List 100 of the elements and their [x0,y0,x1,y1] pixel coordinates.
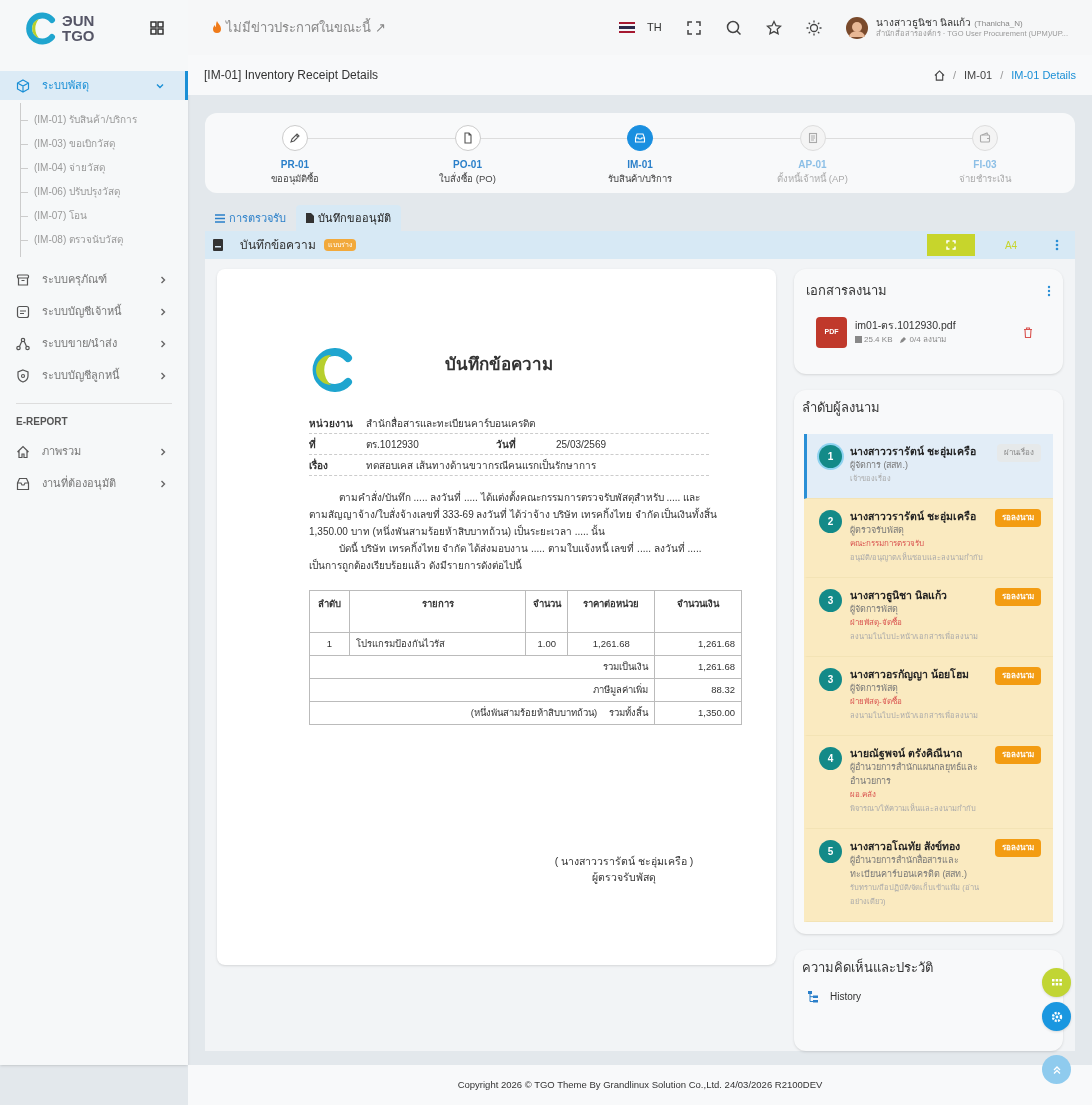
step-code: AP-01 [798,158,827,172]
table-cell: 1,350.00 [654,701,742,725]
flame-icon [212,20,222,33]
summary-label: ภาษีมูลค่าเพิ่ม [593,682,649,698]
breadcrumb-link[interactable]: IM-01 Details [1011,66,1076,84]
tab[interactable]: บันทึกขออนุมัติ [296,205,401,231]
pencil-icon [900,336,908,344]
signer-name: นางสาวธูนิชา นิลแก้ว [850,587,948,602]
card-title: เอกสารลงนาม [806,282,887,300]
section-heading: E-REPORT [15,415,69,429]
column-header: จำนวนเงิน [654,590,742,633]
column-header: จำนวน [525,590,568,633]
submenu-item[interactable]: (IM-06) ปรับปรุงวัสดุ [34,183,120,201]
submenu-item[interactable]: (IM-04) จ่ายวัสดุ [34,159,105,177]
avatar[interactable] [845,16,868,39]
announcement-link[interactable]: ไม่มีข่าวประกาศในขณะนี้ ↗ [212,17,386,38]
field-value: สำนักสื่อสารและทะเบียนคาร์บอนเครดิต [366,415,536,431]
sidebar-item[interactable]: ระบบพัสดุ [0,71,188,100]
delete-icon[interactable] [1023,326,1033,338]
field-value: 25/03/2569 [556,437,607,452]
card-title: ลำดับผู้ลงนาม [801,399,881,418]
breadcrumb-separator: / [952,67,956,83]
chevron-right-icon [158,274,168,285]
submenu-item[interactable]: (IM-08) ตรวจนับวัสดุ [34,231,123,249]
memo-paragraph: ตามคำสั่ง/บันทึก ..... ลงวันที่ ..... ได้แต่งตั้งคณะกรรมการตรวจรับพัสดุสำหรับ ..... และตามสัญญาจ้าง/ใบสั่งจ้างเลขที่ 333-69 ลงวันที่ ได้ว่าจ้าง บริษัท เทรคกิ้งไทย จำกัด เป็นเงินทั้งสิ้น 1,350.00 บาท (หนึ่งพันสามร้อยห้าสิบบาทถ้วน) เป็นระยะเวลา ..... นั้น [309,489,719,539]
grid-icon[interactable] [150,20,164,35]
sidebar-item[interactable]: ระบบขาย/นำส่ง [0,329,188,358]
sidebar-item[interactable]: ภาพรวม [0,437,188,466]
more-icon[interactable] [1055,239,1059,251]
expand-icon [946,240,956,250]
field-label: วันที่ [496,436,517,452]
breadcrumb-separator: / [1000,67,1004,83]
table-cell: 1 [309,632,350,656]
shield-icon [16,368,30,383]
tab[interactable]: การตรวจรับ [205,205,296,231]
table-cell: 1.00 [525,632,568,656]
step-code: PR-01 [280,158,310,172]
history-item[interactable]: History [802,989,868,1005]
copyright-text: Copyright 2026 © TGO Theme By Grandlinux Solution Co.,Ltd. 24/03/2026 R2100DEV [457,1077,823,1092]
signer-role: ผู้จัดการ (สสท.) [850,458,909,472]
step-number: 5 [819,839,842,863]
grid-icon [1051,978,1062,987]
pencil-icon [288,131,302,145]
archive-icon [16,272,30,287]
home-icon [16,444,30,459]
sidebar-item[interactable]: ระบบบัญชีลูกหนี้ [0,361,188,390]
submenu-item[interactable]: (IM-07) โอน [34,207,87,225]
star-icon[interactable] [765,19,782,36]
memo-paragraph: บัดนี้ บริษัท เทรคกิ้งไทย จำกัด ได้ส่งมอบงาน ..... ตามใบแจ้งหนี้ เลขที่ ..... ลงวันที่ ..... เป็นการถูกต้องเรียบร้อยแล้ว ดังมีรายการดังต่อไปนี้ [309,540,703,574]
field-value: ตร.1012930 [366,437,420,452]
signatory-name: ( นางสาววรารัตน์ ชะอุ่มเครือ ) [553,854,695,869]
submenu-item[interactable]: (IM-03) ขอเบิกวัสดุ [34,135,115,153]
signer-role: ผู้จัดการพัสดุ [850,681,899,695]
sidebar-item[interactable]: ระบบครุภัณฑ์ [0,265,188,294]
table-cell: โปรแกรมป้องกันไวรัส [349,632,526,656]
inbox-icon [16,476,30,491]
user-handle: (Thanicha_N) [974,18,1023,28]
signer-department: ฝ่ายพัสดุ-จัดซื้อ [850,695,903,708]
double-chevron-up-icon [1051,1064,1062,1075]
wallet-icon [978,131,992,145]
step-code: IM-01 [627,158,653,172]
sidebar-item[interactable]: ระบบบัญชีเจ้าหนี้ [0,297,188,326]
book-icon [213,239,224,251]
summary-label: รวมทั้งสิ้น [609,705,649,720]
page-title: [IM-01] Inventory Receipt Details [204,67,379,84]
signatory-title: ผู้ตรวจรับพัสดุ [591,870,657,885]
signer-role: ผู้ตรวจรับพัสดุ [850,523,905,537]
fullscreen-icon[interactable] [685,19,702,36]
status-badge: รอลงนาม [995,666,1041,685]
memo-title: บันทึกข้อความ [443,354,554,377]
step-number: 4 [819,746,842,770]
chevron-right-icon [158,338,168,349]
field-label: เรื่อง [309,457,329,473]
signer-name: นายณัฐพจน์ ตรังคิณีนาถ [850,745,963,760]
status-badge: รอลงนาม [995,587,1041,606]
step-label: ใบสั่งซื้อ (PO) [439,172,496,186]
card-title: ความคิดเห็นและประวัติ [802,957,934,977]
more-icon[interactable] [1047,284,1051,297]
step-label: ขออนุมัติซื้อ [271,172,319,187]
step-label: จ่ายชำระเงิน [959,172,1011,186]
brand-text: TGO [62,27,95,43]
search-icon[interactable] [725,19,742,36]
table-cell: 88.32 [654,678,742,702]
breadcrumb-link[interactable]: IM-01 [964,66,993,84]
sun-icon[interactable] [805,19,822,36]
signer-department: ฝ่ายพัสดุ-จัดซื้อ [850,616,903,629]
note-icon [16,304,30,319]
file-name[interactable]: im01-ตร.1012930.pdf [855,318,1015,334]
document-icon [306,213,314,223]
status-badge: รอลงนาม [995,838,1041,857]
sidebar-item[interactable]: งานที่ต้องอนุมัติ [0,469,188,498]
chevron-right-icon [158,370,168,381]
step-number: 1 [819,444,842,468]
step-number: 2 [819,509,842,533]
logo-icon [24,10,58,45]
submenu-item[interactable]: (IM-01) รับสินค้า/บริการ [34,111,137,129]
column-header: รายการ [349,590,526,633]
home-icon[interactable] [933,69,945,81]
signer-department: ผอ.คลัง [850,788,878,801]
language-selector[interactable]: TH [646,19,662,36]
